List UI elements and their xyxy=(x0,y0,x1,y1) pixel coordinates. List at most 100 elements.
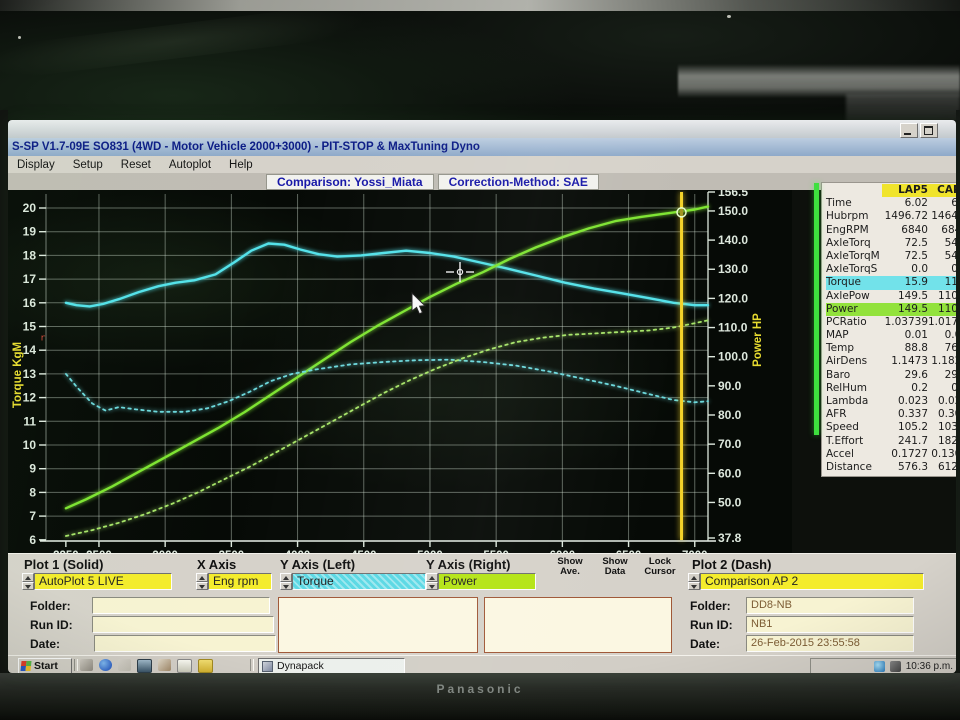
plot2-spinner[interactable] xyxy=(688,573,700,590)
panel-row-airdens: AirDens1.14731.1828 xyxy=(822,355,956,368)
dynapack-label: Dynapack xyxy=(277,660,324,672)
restore-button[interactable] xyxy=(920,123,938,138)
torque-tick-label: 9 xyxy=(29,462,36,476)
panel-row-axletorq: AxleTorq72.554.8 xyxy=(822,237,956,250)
spinner-up-icon[interactable] xyxy=(196,573,208,582)
tray-network-icon[interactable] xyxy=(874,661,885,672)
live-data-panel: LAP5 CAP5 Time6.026.9Hubrpm1496.721464.9… xyxy=(821,182,956,477)
power-tick-label: 100.0 xyxy=(718,350,748,364)
torque-tick-label: 14 xyxy=(23,343,37,357)
spinner-up-icon[interactable] xyxy=(688,573,700,582)
spinner-down-icon[interactable] xyxy=(688,582,700,591)
power-tick-label: 80.0 xyxy=(718,408,742,422)
panel-row-pcratio: PCRatio1.037391.01759 xyxy=(822,316,956,329)
quicklaunch-app-icon[interactable] xyxy=(80,659,93,671)
quicklaunch-browser-icon[interactable] xyxy=(99,659,112,671)
tray-app-icon[interactable] xyxy=(890,661,901,672)
spinner-down-icon[interactable] xyxy=(280,582,292,591)
yright-spinner[interactable] xyxy=(426,573,438,590)
start-label: Start xyxy=(34,660,58,672)
yleft-select[interactable]: Torque xyxy=(292,573,426,590)
power-tick-label: 130.0 xyxy=(718,262,748,276)
spinner-down-icon[interactable] xyxy=(426,582,438,591)
spinner-down-icon[interactable] xyxy=(22,582,34,591)
panel-row-map: MAP0.010.02 xyxy=(822,329,956,342)
panel-row-engrpm: EngRPM68406848 xyxy=(822,224,956,237)
left-folder-label: Folder: xyxy=(30,599,71,613)
quicklaunch-document-icon[interactable] xyxy=(177,659,192,673)
power-tick-label: 156.5 xyxy=(718,190,748,199)
spinner-down-icon[interactable] xyxy=(196,582,208,591)
right-runid-field[interactable]: NB1 xyxy=(746,616,914,633)
plot2-comment-box[interactable] xyxy=(484,597,672,653)
child-window-titlebar: S-SP V1.7-09E SO831 (4WD - Motor Vehicle… xyxy=(8,138,956,156)
red-cursor-artifact: r xyxy=(40,334,46,344)
panel-row-axletorqm: AxleTorqM72.554.8 xyxy=(822,250,956,263)
power-tick-label: 120.0 xyxy=(718,291,748,305)
right-runid-label: Run ID: xyxy=(690,618,733,632)
menu-item-reset[interactable]: Reset xyxy=(112,158,160,172)
quicklaunch-disabled-icon[interactable] xyxy=(118,659,131,671)
wall-reflection xyxy=(678,64,960,98)
menu-item-display[interactable]: Display xyxy=(8,158,64,172)
menu-item-help[interactable]: Help xyxy=(220,158,262,172)
correction-method-label: Correction-Method: SAE xyxy=(438,174,599,190)
plot1-select[interactable]: AutoPlot 5 LIVE xyxy=(34,573,172,590)
start-button[interactable]: Start xyxy=(18,658,72,673)
plot1-combo: AutoPlot 5 LIVE xyxy=(22,573,172,590)
plot1-comment-box[interactable] xyxy=(278,597,478,653)
plot2-select[interactable]: Comparison AP 2 xyxy=(700,573,924,590)
quick-launch xyxy=(80,659,213,673)
xaxis-select[interactable]: Eng rpm xyxy=(208,573,272,590)
right-folder-field[interactable]: DD8-NB xyxy=(746,597,914,614)
monitor-bezel-left xyxy=(0,110,8,675)
plot2-header: Plot 2 (Dash) xyxy=(692,557,771,572)
menu-item-setup[interactable]: Setup xyxy=(64,158,112,172)
minimize-button[interactable] xyxy=(900,123,918,138)
power-tick-label: 37.8 xyxy=(718,531,742,545)
panel-row-temp: Temp88.876.6 xyxy=(822,342,956,355)
menu-item-autoplot[interactable]: Autoplot xyxy=(160,158,220,172)
left-runid-field[interactable] xyxy=(92,616,274,633)
spinner-up-icon[interactable] xyxy=(22,573,34,582)
comparison-label: Comparison: Yossi_Miata xyxy=(266,174,434,190)
torque-tick-label: 18 xyxy=(23,248,37,262)
cursor-power-marker xyxy=(677,208,686,217)
torque-tick-label: 15 xyxy=(23,320,37,334)
xaxis-header: X Axis xyxy=(197,557,236,572)
right-date-field[interactable]: 26-Feb-2015 23:55:58 xyxy=(746,635,914,652)
mouse-cursor-icon xyxy=(412,293,425,314)
wall-reflection-2 xyxy=(846,94,960,122)
quicklaunch-tools-icon[interactable] xyxy=(158,659,171,671)
dust-speck xyxy=(18,36,21,39)
panel-row-speed: Speed105.2103.0 xyxy=(822,421,956,434)
dynapack-task-button[interactable]: Dynapack xyxy=(258,658,405,673)
yleft-header: Y Axis (Left) xyxy=(280,557,355,572)
torque-tick-label: 7 xyxy=(29,509,36,523)
xaxis-spinner[interactable] xyxy=(196,573,208,590)
torque-tick-label: 6 xyxy=(29,533,36,547)
panel-row-torque: Torque15.911.7 xyxy=(822,276,956,289)
power-tick-label: 50.0 xyxy=(718,495,742,509)
yleft-spinner[interactable] xyxy=(280,573,292,590)
dyno-chart[interactable]: 20191817161514131211109876156.5150.0140.… xyxy=(8,190,792,553)
plot1-spinner[interactable] xyxy=(22,573,34,590)
left-date-field[interactable] xyxy=(94,635,276,652)
yright-select[interactable]: Power xyxy=(438,573,536,590)
right-date-label: Date: xyxy=(690,637,720,651)
system-tray: 10:36 p.m. xyxy=(810,658,956,673)
panel-row-relhum: RelHum0.20.2 xyxy=(822,382,956,395)
quicklaunch-folder-icon[interactable] xyxy=(198,659,213,673)
spinner-up-icon[interactable] xyxy=(280,573,292,582)
panel-row-afr: AFR0.3370.302 xyxy=(822,408,956,421)
monitor-bezel-right xyxy=(956,110,960,675)
power-axis-title: Power HP xyxy=(752,313,764,367)
taskbar-clock: 10:36 p.m. xyxy=(906,661,953,672)
quicklaunch-monitor-icon[interactable] xyxy=(137,659,152,673)
monitor-bezel-bottom: Panasonic xyxy=(0,673,960,720)
panel-edge-strip xyxy=(814,183,819,435)
power-tick-label: 70.0 xyxy=(718,437,742,451)
left-runid-label: Run ID: xyxy=(30,618,73,632)
spinner-up-icon[interactable] xyxy=(426,573,438,582)
left-folder-field[interactable] xyxy=(92,597,270,614)
